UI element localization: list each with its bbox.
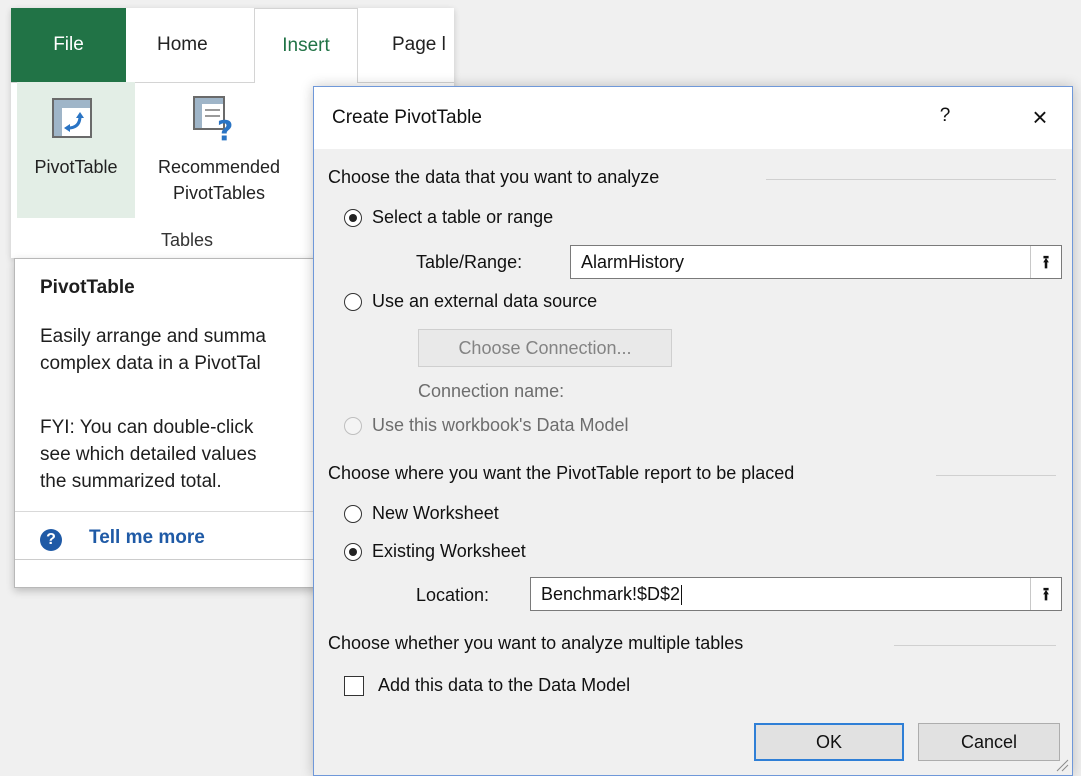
table-range-field[interactable]: AlarmHistory ⭱ [570,245,1062,279]
section-divider [894,645,1056,646]
section-divider [766,179,1056,180]
tooltip-title: PivotTable [40,277,135,298]
tab-home[interactable]: Home [157,8,208,82]
pivottable-label: PivotTable [34,157,118,177]
tab-file[interactable]: File [11,8,126,82]
svg-text:?: ? [217,114,233,142]
ok-button[interactable]: OK [754,723,904,761]
collapse-dialog-icon[interactable]: ⭱ [1030,578,1061,610]
help-button[interactable]: ? [930,101,960,131]
location-label: Location: [416,585,490,605]
location-field[interactable]: Benchmark!$D$2 ⭱ [530,577,1062,611]
resize-grip-icon[interactable] [1055,758,1069,772]
tooltip-description: Easily arrange and summa complex data in… [40,326,266,374]
section-analyze-data: Choose the data that you want to analyze [328,167,660,187]
ribbon-tabs: File Home Insert Page l [11,8,454,83]
add-data-model-checkbox[interactable] [344,676,364,696]
new-worksheet-radio[interactable] [344,505,362,523]
choose-connection-button[interactable]: Choose Connection... [418,329,672,367]
recommended-pivottables-button[interactable]: ? Recommended PivotTables [139,82,299,218]
create-pivottable-dialog: Create PivotTable ? × Choose the data th… [313,86,1073,776]
recommended-pivottables-label-2: PivotTables [172,183,266,203]
help-icon: ? [40,529,62,551]
tab-page-layout[interactable]: Page l [392,8,446,82]
section-placement: Choose where you want the PivotTable rep… [328,463,795,483]
add-data-model-label[interactable]: Add this data to the Data Model [378,675,630,696]
pivottable-button[interactable]: PivotTable [17,82,135,218]
tooltip-fyi: FYI: You can double-click see which deta… [40,417,257,492]
new-worksheet-label[interactable]: New Worksheet [372,503,499,524]
table-range-label: Table/Range: [416,252,523,272]
tooltip-divider [15,511,333,512]
worksheet-row [15,559,333,587]
close-button[interactable]: × [1020,97,1060,137]
recommended-pivottables-icon: ? [193,96,233,142]
group-label-tables: Tables [161,230,214,250]
select-table-radio[interactable] [344,209,362,227]
recommended-pivottables-label-1: Recommended [157,157,281,177]
external-source-label[interactable]: Use an external data source [372,291,597,312]
tell-me-more-link[interactable]: Tell me more [89,527,205,549]
collapse-dialog-icon[interactable]: ⭱ [1030,246,1061,278]
data-model-label: Use this workbook's Data Model [372,415,629,435]
existing-worksheet-label[interactable]: Existing Worksheet [372,541,526,562]
section-divider [936,475,1056,476]
external-source-radio[interactable] [344,293,362,311]
dialog-title: Create PivotTable [332,107,482,128]
pivottable-tooltip: PivotTable Easily arrange and summa comp… [14,258,334,588]
cancel-button[interactable]: Cancel [918,723,1060,761]
tab-insert[interactable]: Insert [254,8,358,83]
existing-worksheet-radio[interactable] [344,543,362,561]
location-value: Benchmark!$D$2 [541,584,683,606]
dialog-titlebar: Create PivotTable ? × [314,87,1072,149]
connection-name-label: Connection name: [418,381,565,401]
select-table-label[interactable]: Select a table or range [372,207,553,228]
table-range-value: AlarmHistory [581,252,685,272]
pivottable-icon [52,98,92,138]
data-model-radio[interactable] [344,417,362,435]
section-multiple-tables: Choose whether you want to analyze multi… [328,633,744,653]
